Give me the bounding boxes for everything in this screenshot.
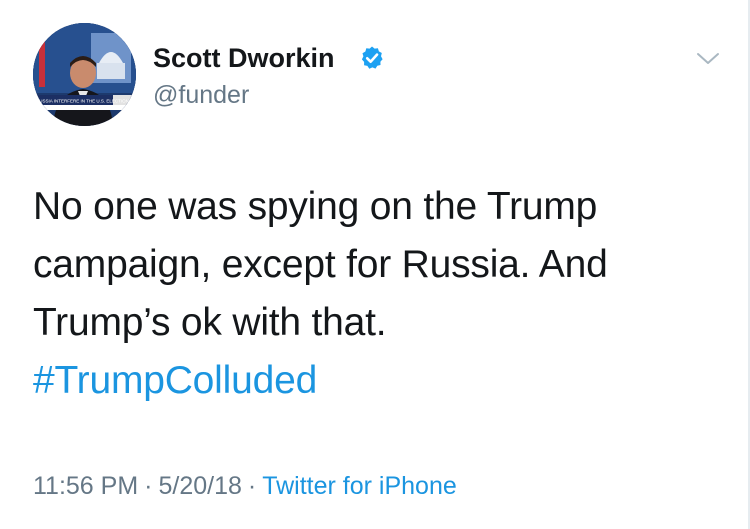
avatar-image: RUSSIA INTERFERE IN THE U.S. ELECTION? [33, 23, 136, 126]
avatar-caption: RUSSIA INTERFERE IN THE U.S. ELECTION? [36, 99, 132, 104]
tweet-metadata: 11:56 PM · 5/20/18 · Twitter for iPhone [33, 470, 457, 502]
tweet-text: No one was spying on the Trump campaign,… [33, 178, 723, 410]
meta-separator: · [144, 472, 153, 500]
tweet-text-line: No one was spying on the Trump [33, 185, 598, 228]
tweet-text-line: Trump’s ok with that. [33, 301, 387, 344]
tweet-time[interactable]: 11:56 PM [33, 472, 138, 500]
meta-separator: · [247, 472, 257, 500]
author-display-name[interactable]: Scott Dworkin [153, 42, 335, 74]
tweet-card: RUSSIA INTERFERE IN THE U.S. ELECTION? S… [0, 0, 750, 529]
tweet-date[interactable]: 5/20/18 [158, 472, 241, 500]
verified-badge-icon [361, 46, 383, 69]
chevron-down-icon[interactable] [695, 50, 721, 68]
avatar[interactable]: RUSSIA INTERFERE IN THE U.S. ELECTION? [33, 23, 136, 126]
author-handle[interactable]: @funder [153, 80, 249, 110]
tweet-text-line: campaign, except for Russia. And [33, 243, 608, 286]
tweet-source-link[interactable]: Twitter for iPhone [262, 472, 457, 500]
hashtag-link[interactable]: #TrumpColluded [33, 352, 723, 410]
